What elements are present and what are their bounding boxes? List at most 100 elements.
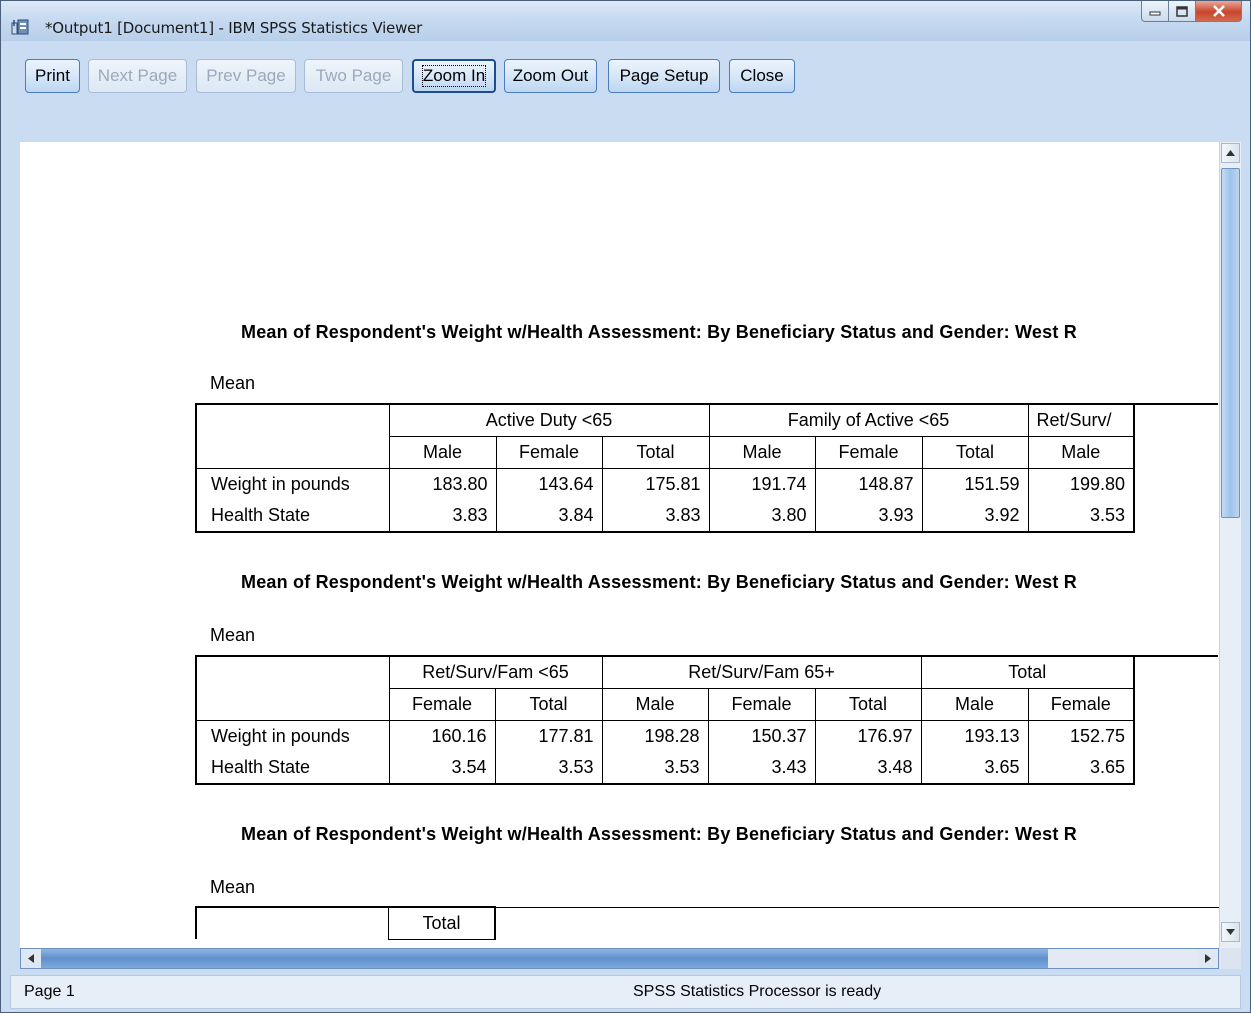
table-2-cell: 152.75 bbox=[1027, 720, 1135, 752]
table-2-cell: 3.53 bbox=[494, 752, 602, 785]
two-page-button[interactable]: Two Page bbox=[304, 59, 403, 93]
table-3-corner bbox=[195, 906, 390, 939]
horizontal-scrollbar[interactable] bbox=[20, 948, 1219, 969]
table-1-cell: 191.74 bbox=[708, 468, 815, 500]
print-preview-page: Mean of Respondent's Weight w/Health Ass… bbox=[20, 142, 1219, 948]
zoom-out-label: Zoom Out bbox=[512, 66, 589, 85]
scrollbar-corner bbox=[1219, 948, 1241, 969]
close-icon bbox=[1212, 5, 1225, 17]
table-1-cell: 3.92 bbox=[921, 500, 1028, 533]
table-1-col-header: Female bbox=[495, 435, 603, 469]
triangle-left-icon bbox=[28, 954, 34, 963]
table-1-col-header: Total bbox=[921, 435, 1029, 469]
spss-viewer-window: *Output1 [Document1] - IBM SPSS Statisti… bbox=[0, 0, 1251, 1013]
table-2-continuation bbox=[1133, 655, 1218, 784]
table-1-cell: 143.64 bbox=[495, 468, 602, 500]
table-3-title: Mean of Respondent's Weight w/Health Ass… bbox=[241, 824, 1077, 844]
table-2-cell: 3.65 bbox=[1027, 752, 1135, 785]
zoom-in-label: Zoom In bbox=[421, 65, 487, 87]
table-1-cell: 3.84 bbox=[495, 500, 602, 533]
table-2-col-header: Female bbox=[388, 687, 496, 721]
table-3-continuation bbox=[494, 906, 1219, 939]
table-2-col-header: Total bbox=[814, 687, 922, 721]
minimize-button[interactable] bbox=[1141, 1, 1169, 22]
zoom-in-button[interactable]: Zoom In bbox=[412, 59, 496, 93]
table-1-corner bbox=[195, 403, 390, 469]
table-1-cell: 175.81 bbox=[601, 468, 709, 500]
table-1-continuation bbox=[1133, 403, 1218, 532]
table-2-cell: 177.81 bbox=[494, 720, 602, 752]
table-1-col-header: Male bbox=[1027, 435, 1135, 469]
table-2-title: Mean of Respondent's Weight w/Health Ass… bbox=[241, 572, 1077, 592]
table-2-cell: 3.48 bbox=[814, 752, 921, 785]
table-2-cell: 3.53 bbox=[601, 752, 708, 785]
table-2-group-header: Ret/Surv/Fam <65 bbox=[388, 655, 603, 689]
table-2-col-header: Female bbox=[1027, 687, 1135, 721]
table-2-col-header: Male bbox=[601, 687, 709, 721]
table-1: Active Duty <65 Family of Active <65 Ret… bbox=[195, 403, 1218, 533]
table-2-group-header: Ret/Surv/Fam 65+ bbox=[601, 655, 922, 689]
table-1-row-label: Health State bbox=[195, 500, 390, 533]
table-2-cell: 176.97 bbox=[814, 720, 921, 752]
table-1-stat-label: Mean bbox=[210, 373, 256, 393]
close-preview-button[interactable]: Close bbox=[729, 59, 795, 93]
table-2-group-header: Total bbox=[920, 655, 1135, 689]
table-1-col-header: Female bbox=[814, 435, 923, 469]
prev-page-label: Prev Page bbox=[206, 66, 286, 85]
table-1-cell: 183.80 bbox=[388, 468, 496, 500]
table-1-group-header: Ret/Surv/ bbox=[1027, 403, 1135, 437]
table-1-group-header: Active Duty <65 bbox=[388, 403, 710, 437]
table-2-col-header: Female bbox=[707, 687, 816, 721]
table-2-col-header: Total bbox=[494, 687, 603, 721]
table-1-cell: 3.53 bbox=[1027, 500, 1135, 533]
table-2-cell: 198.28 bbox=[601, 720, 708, 752]
table-2: Ret/Surv/Fam <65 Ret/Surv/Fam 65+ Total … bbox=[195, 655, 1218, 785]
status-page: Page 1 bbox=[24, 983, 75, 1000]
scroll-right-arrow[interactable] bbox=[1198, 949, 1218, 968]
table-2-row-label: Weight in pounds bbox=[195, 720, 390, 752]
vertical-scroll-thumb[interactable] bbox=[1221, 168, 1240, 518]
table-2-cell: 150.37 bbox=[707, 720, 815, 752]
table-2-stat-label: Mean bbox=[210, 625, 256, 645]
table-2-cell: 3.54 bbox=[388, 752, 495, 785]
page-setup-button[interactable]: Page Setup bbox=[608, 59, 720, 93]
maximize-icon bbox=[1176, 5, 1188, 17]
page-setup-label: Page Setup bbox=[619, 66, 709, 85]
close-label: Close bbox=[740, 66, 784, 85]
scroll-left-arrow[interactable] bbox=[21, 949, 41, 968]
table-2-cell: 3.43 bbox=[707, 752, 815, 785]
table-1-cell: 3.83 bbox=[601, 500, 709, 533]
print-button[interactable]: Print bbox=[25, 59, 80, 93]
table-1-cell: 3.80 bbox=[708, 500, 815, 533]
minimize-icon bbox=[1149, 11, 1161, 16]
window-title: *Output1 [Document1] - IBM SPSS Statisti… bbox=[45, 19, 423, 37]
two-page-label: Two Page bbox=[315, 66, 392, 85]
table-1-col-header: Total bbox=[601, 435, 710, 469]
next-page-button[interactable]: Next Page bbox=[88, 59, 187, 93]
horizontal-scroll-track[interactable] bbox=[1048, 949, 1198, 968]
table-2-corner bbox=[195, 655, 390, 721]
status-message: SPSS Statistics Processor is ready bbox=[633, 983, 882, 1000]
table-1-cell: 148.87 bbox=[814, 468, 922, 500]
table-1-cell: 3.83 bbox=[388, 500, 496, 533]
table-3: Total bbox=[195, 906, 1219, 940]
scroll-down-arrow[interactable] bbox=[1221, 922, 1240, 942]
table-2-cell: 160.16 bbox=[388, 720, 495, 752]
vertical-scrollbar[interactable] bbox=[1219, 142, 1241, 948]
table-1-title: Mean of Respondent's Weight w/Health Ass… bbox=[241, 322, 1077, 342]
table-1-col-header: Male bbox=[388, 435, 497, 469]
prev-page-button[interactable]: Prev Page bbox=[196, 59, 296, 93]
zoom-out-button[interactable]: Zoom Out bbox=[504, 59, 597, 93]
maximize-button[interactable] bbox=[1169, 1, 1196, 22]
table-2-col-header: Male bbox=[920, 687, 1029, 721]
table-1-group-header: Family of Active <65 bbox=[708, 403, 1029, 437]
table-1-cell: 3.93 bbox=[814, 500, 922, 533]
scroll-up-arrow[interactable] bbox=[1221, 143, 1240, 163]
title-bar[interactable]: *Output1 [Document1] - IBM SPSS Statisti… bbox=[1, 1, 1250, 41]
next-page-label: Next Page bbox=[97, 66, 178, 85]
table-2-row-label: Health State bbox=[195, 752, 390, 785]
close-window-button[interactable] bbox=[1196, 1, 1242, 22]
spss-app-icon bbox=[11, 19, 29, 35]
print-preview-toolbar: Print Next Page Prev Page Two Page Zoom … bbox=[10, 41, 1241, 141]
triangle-up-icon bbox=[1226, 150, 1235, 156]
